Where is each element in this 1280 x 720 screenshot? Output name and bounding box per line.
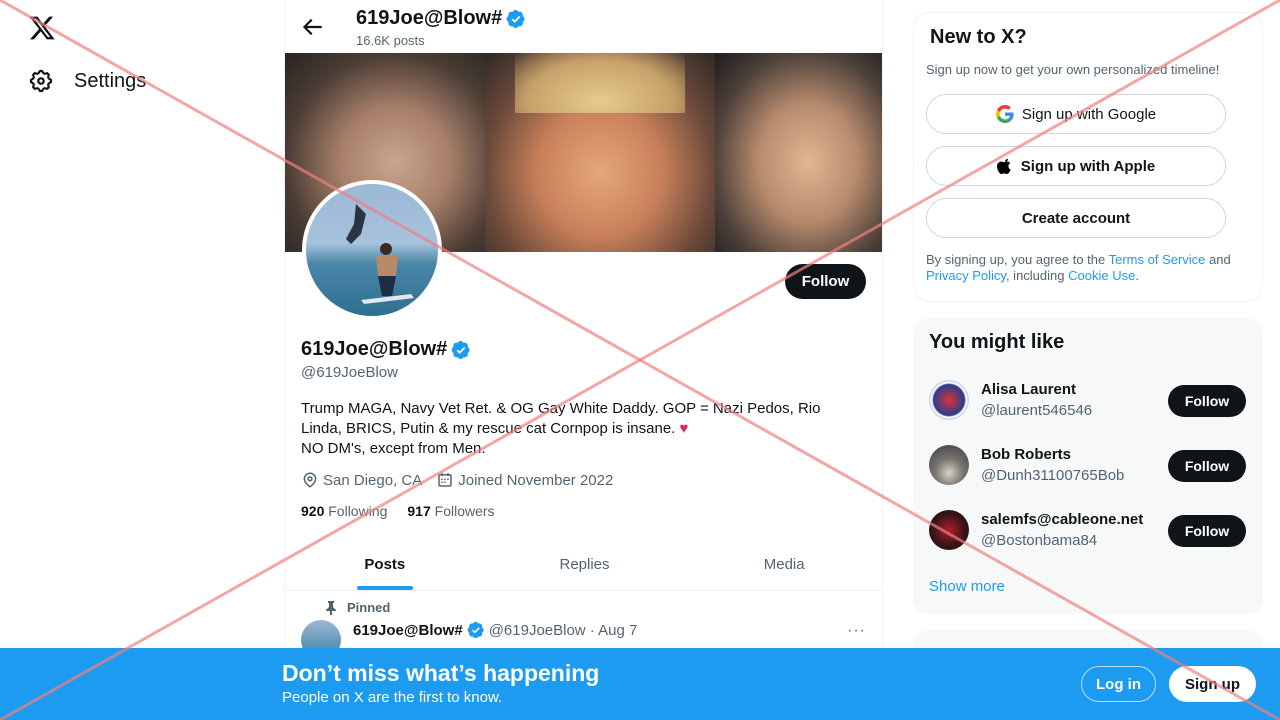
suggestion-avatar[interactable] bbox=[929, 510, 969, 550]
tab-media[interactable]: Media bbox=[684, 538, 882, 590]
bottom-signup-banner: Don’t miss what’s happening People on X … bbox=[0, 648, 1280, 720]
suggestion-name[interactable]: Bob Roberts bbox=[981, 446, 1071, 463]
suggestion-name[interactable]: Alisa Laurent bbox=[981, 381, 1076, 398]
legal-period: . bbox=[1135, 268, 1139, 283]
suggestion-avatar[interactable] bbox=[929, 445, 969, 485]
calendar-icon bbox=[438, 473, 452, 487]
profile-handle: @619JoeBlow bbox=[301, 364, 398, 381]
pinned-label: Pinned bbox=[347, 600, 391, 615]
topbar-posts-count: 16.6K posts bbox=[356, 33, 425, 48]
location-text: San Diego, CA bbox=[323, 471, 423, 489]
create-account-button[interactable]: Create account bbox=[926, 198, 1226, 238]
more-options-icon[interactable]: ··· bbox=[847, 622, 866, 640]
main-column: 619Joe@Blow# 16.6K posts Follow 619Joe@B… bbox=[284, 0, 883, 720]
left-sidebar: Settings bbox=[0, 0, 284, 720]
signup-google-label: Sign up with Google bbox=[1021, 105, 1157, 123]
suggestion-name[interactable]: salemfs@cableone.net bbox=[981, 511, 1143, 528]
signup-subtitle: Sign up now to get your own personalized… bbox=[926, 62, 1220, 77]
signup-title: New to X? bbox=[930, 26, 1027, 48]
nav-settings-label: Settings bbox=[74, 69, 147, 92]
following-count: 920 bbox=[301, 503, 325, 519]
cookie-link[interactable]: Cookie Use bbox=[1068, 268, 1135, 283]
suggestion-avatar[interactable] bbox=[929, 380, 969, 420]
bio-line-2: NO DM's, except from Men. bbox=[301, 440, 486, 457]
suggestion-follow-button[interactable]: Follow bbox=[1168, 450, 1246, 482]
apple-icon bbox=[996, 158, 1011, 175]
profile-meta: San Diego, CA Joined November 2022 bbox=[301, 471, 613, 489]
topbar-name: 619Joe@Blow# bbox=[356, 7, 503, 29]
topbar-title: 619Joe@Blow# bbox=[356, 7, 526, 30]
profile-joined: Joined November 2022 bbox=[436, 471, 613, 489]
login-button[interactable]: Log in bbox=[1081, 666, 1156, 702]
suggestion-handle: @laurent546546 bbox=[981, 402, 1093, 419]
signup-legal-text: By signing up, you agree to the Terms of… bbox=[926, 252, 1251, 284]
back-arrow-icon[interactable] bbox=[299, 14, 325, 40]
banner-title: Don’t miss what’s happening bbox=[282, 660, 600, 686]
profile-name: 619Joe@Blow# bbox=[301, 338, 471, 361]
signup-apple-label: Sign up with Apple bbox=[1020, 157, 1156, 175]
profile-display-name: 619Joe@Blow# bbox=[301, 338, 448, 360]
red-heart-icon: ♥ bbox=[679, 420, 689, 437]
followers-link[interactable]: 917 Followers bbox=[407, 503, 494, 519]
post-handle-date: @619JoeBlow · Aug 7 bbox=[488, 621, 638, 639]
suggestion-handle: @Dunh31100765Bob bbox=[981, 467, 1125, 484]
legal-and: and bbox=[1205, 252, 1231, 267]
verified-badge-icon bbox=[506, 9, 525, 28]
followers-count: 917 bbox=[407, 503, 431, 519]
verified-badge-icon bbox=[467, 621, 484, 639]
profile-bio: Trump MAGA, Navy Vet Ret. & OG Gay White… bbox=[301, 399, 861, 459]
profile-avatar[interactable] bbox=[302, 180, 442, 320]
banner-face-right bbox=[715, 53, 882, 252]
following-label: Following bbox=[328, 503, 388, 519]
follow-button[interactable]: Follow bbox=[785, 264, 866, 299]
who-to-follow-card: You might like Alisa Laurent @laurent546… bbox=[913, 318, 1263, 614]
legal-prefix: By signing up, you agree to the bbox=[926, 252, 1109, 267]
pinned-indicator: Pinned bbox=[325, 600, 390, 615]
signup-apple-button[interactable]: Sign up with Apple bbox=[926, 146, 1226, 186]
verified-badge-icon bbox=[451, 340, 470, 359]
tab-replies[interactable]: Replies bbox=[485, 538, 685, 590]
post-header: 619Joe@Blow# @619JoeBlow · Aug 7 bbox=[353, 621, 637, 639]
signup-card: New to X? Sign up now to get your own pe… bbox=[913, 12, 1263, 302]
joined-text: Joined November 2022 bbox=[458, 471, 614, 489]
gear-icon bbox=[29, 69, 53, 93]
terms-link[interactable]: Terms of Service bbox=[1109, 252, 1206, 267]
nav-settings[interactable]: Settings bbox=[28, 68, 146, 94]
show-more-link[interactable]: Show more bbox=[929, 578, 1005, 595]
banner-subtitle: People on X are the first to know. bbox=[282, 689, 503, 706]
signup-button[interactable]: Sign up bbox=[1169, 666, 1256, 702]
x-logo-icon[interactable] bbox=[28, 14, 56, 42]
signup-google-button[interactable]: Sign up with Google bbox=[926, 94, 1226, 134]
privacy-link[interactable]: Privacy Policy bbox=[926, 268, 1006, 283]
profile-tabs: Posts Replies Media bbox=[285, 538, 882, 591]
banner-face-center bbox=[485, 53, 715, 252]
bio-line-1: Trump MAGA, Navy Vet Ret. & OG Gay White… bbox=[301, 400, 821, 437]
follow-counts: 920 Following 917 Followers bbox=[301, 503, 495, 519]
profile-topbar: 619Joe@Blow# 16.6K posts bbox=[285, 0, 882, 53]
followers-label: Followers bbox=[434, 503, 495, 519]
legal-including: , including bbox=[1005, 268, 1069, 283]
profile-page: Settings 619Joe@Blow# 16.6K posts Follow… bbox=[0, 0, 1280, 720]
suggestion-item[interactable]: salemfs@cableone.net @Bostonbama84 Follo… bbox=[929, 508, 1247, 558]
pin-icon bbox=[326, 600, 336, 615]
location-pin-icon bbox=[303, 472, 317, 488]
suggestion-item[interactable]: Alisa Laurent @laurent546546 Follow bbox=[929, 378, 1247, 428]
avatar-surfer-image bbox=[346, 204, 414, 304]
post-author-name[interactable]: 619Joe@Blow# bbox=[353, 622, 463, 639]
suggestion-follow-button[interactable]: Follow bbox=[1168, 385, 1246, 417]
profile-location: San Diego, CA bbox=[301, 471, 422, 489]
google-icon bbox=[995, 105, 1014, 123]
suggestion-handle: @Bostonbama84 bbox=[981, 532, 1098, 549]
suggestion-follow-button[interactable]: Follow bbox=[1168, 515, 1246, 547]
following-link[interactable]: 920 Following bbox=[301, 503, 387, 519]
who-to-follow-title: You might like bbox=[929, 331, 1065, 353]
suggestion-item[interactable]: Bob Roberts @Dunh31100765Bob Follow bbox=[929, 443, 1247, 493]
tab-posts[interactable]: Posts bbox=[285, 538, 485, 590]
